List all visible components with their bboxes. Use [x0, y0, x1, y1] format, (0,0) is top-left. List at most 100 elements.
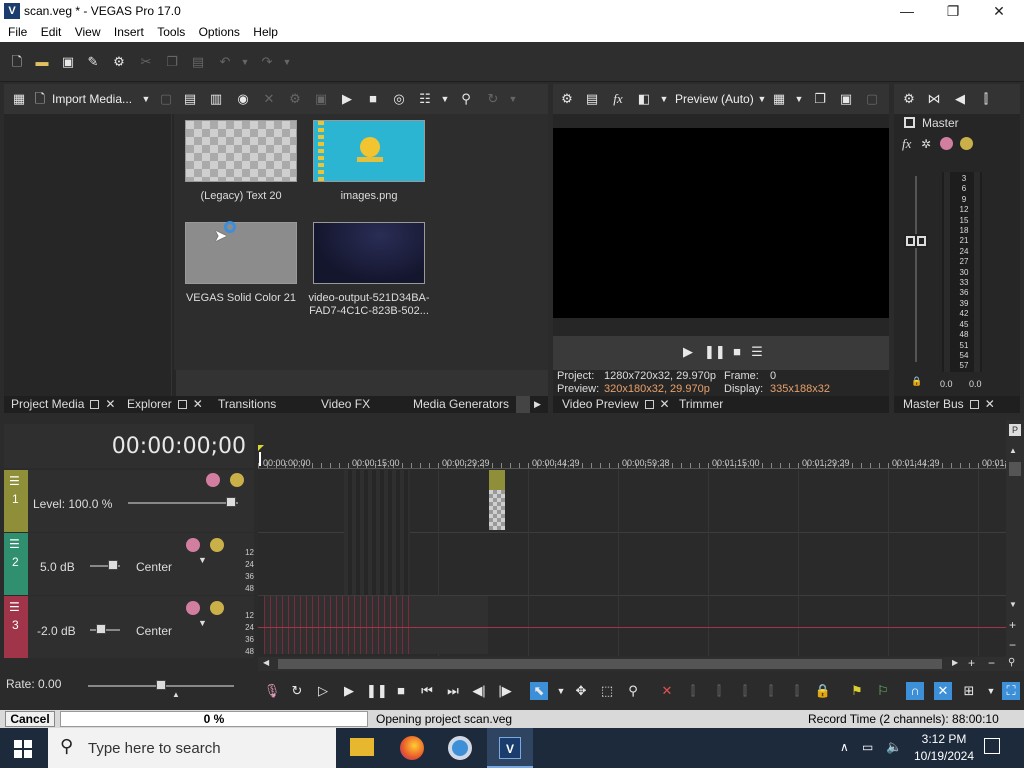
properties-icon[interactable]: ✕	[260, 90, 278, 108]
go-to-end-icon[interactable]: ⏭	[444, 682, 462, 700]
clock-date[interactable]: 10/19/2024	[908, 749, 980, 763]
media-thumb-images-png[interactable]	[313, 120, 425, 182]
close-tab-icon[interactable]: ✕	[985, 397, 995, 411]
views-dropdown-icon[interactable]: ▼	[436, 90, 454, 108]
gear-icon[interactable]: ⚙	[558, 90, 576, 108]
split-icon[interactable]: ⫿	[762, 682, 780, 700]
external-monitor-icon[interactable]: ▢	[863, 90, 881, 108]
delete-icon[interactable]: ✕	[658, 682, 676, 700]
timeline-vscroll[interactable]: P ▲ ▼ + −	[1006, 420, 1024, 660]
menu-help[interactable]: Help	[245, 22, 278, 39]
solo-icon[interactable]	[210, 538, 224, 552]
lock-icon[interactable]: 🔒	[814, 682, 832, 700]
normal-edit-tool-icon[interactable]: ⬉	[530, 682, 548, 700]
edit-tool-dropdown-icon[interactable]: ▼	[552, 682, 570, 700]
region-icon[interactable]: ⚐	[874, 682, 892, 700]
solo-icon[interactable]	[960, 137, 973, 150]
track-2-color[interactable]: ☰ 2	[4, 533, 28, 595]
pause-icon[interactable]: ❚❚	[366, 682, 388, 700]
mute-icon[interactable]	[940, 137, 953, 150]
go-to-start-icon[interactable]: ⏮	[418, 682, 436, 700]
get-media-icon[interactable]: ▥	[207, 90, 225, 108]
master-fader-handle[interactable]	[904, 234, 928, 248]
save-snapshot-icon[interactable]: ▣	[837, 90, 855, 108]
redo-dropdown-icon[interactable]: ▼	[278, 53, 296, 71]
clock-time[interactable]: 3:12 PM	[912, 732, 976, 746]
track-menu-icon[interactable]: ☰	[9, 537, 20, 551]
timecode-display[interactable]: 00:00:00;00	[112, 434, 246, 459]
stop-icon[interactable]: ■	[392, 682, 410, 700]
copy-snapshot-icon[interactable]: ❐	[811, 90, 829, 108]
next-frame-icon[interactable]: |▶	[496, 682, 514, 700]
close-button[interactable]: ✕	[976, 0, 1022, 22]
media-tags-icon[interactable]: ▣	[312, 90, 330, 108]
play-media-icon[interactable]: ▶	[338, 90, 356, 108]
media-view-icon[interactable]: ▦	[10, 90, 28, 108]
zoom-tool-icon[interactable]: ⚲	[624, 682, 642, 700]
undock-icon[interactable]	[969, 400, 979, 409]
web-media-icon[interactable]: ◉	[234, 90, 252, 108]
tab-transitions[interactable]: Transitions	[218, 396, 276, 413]
split-dropdown-icon[interactable]: ▼	[655, 90, 673, 108]
level-slider[interactable]	[128, 502, 238, 504]
taskbar-search-box[interactable]: ⚲ Type here to search	[48, 728, 336, 768]
menu-options[interactable]: Options	[191, 22, 240, 39]
capture-icon[interactable]: ▤	[181, 90, 199, 108]
auto-crossfade-icon[interactable]: ✕	[934, 682, 952, 700]
master-select-icon[interactable]	[904, 117, 915, 128]
ripple-icon[interactable]: ⫿	[788, 682, 806, 700]
auto-preview-icon[interactable]: ◎	[390, 90, 408, 108]
menu-file[interactable]: File	[0, 22, 27, 39]
redo-icon[interactable]: ↷	[258, 53, 276, 71]
undock-icon[interactable]	[90, 400, 100, 409]
search-icon[interactable]: ⚲	[457, 90, 475, 108]
media-fx-icon[interactable]: ⚙	[286, 90, 304, 108]
stop-media-icon[interactable]: ■	[364, 90, 382, 108]
level-slider-knob[interactable]	[226, 497, 236, 507]
track-lanes[interactable]	[258, 470, 1006, 656]
media-thumb-legacy-text[interactable]	[185, 120, 297, 182]
volume-slider-knob[interactable]	[108, 560, 118, 570]
previous-frame-icon[interactable]: ◀|	[470, 682, 488, 700]
loop-marker-icon[interactable]	[258, 445, 264, 451]
undock-icon[interactable]	[644, 400, 654, 409]
cancel-button[interactable]: Cancel	[5, 711, 55, 727]
snapping-icon[interactable]: ∩	[906, 682, 924, 700]
import-media-button[interactable]: Import Media...	[52, 92, 132, 106]
marker-icon[interactable]: ⚑	[848, 682, 866, 700]
volume-slider-knob[interactable]	[96, 624, 106, 634]
undo-icon[interactable]: ↶	[216, 53, 234, 71]
undock-icon[interactable]	[177, 400, 187, 409]
play-icon[interactable]: ▶	[340, 682, 358, 700]
remove-media-icon[interactable]: ▢	[157, 90, 175, 108]
rate-slider-knob[interactable]	[156, 680, 166, 690]
mute-icon[interactable]	[206, 473, 220, 487]
tab-explorer[interactable]: Explorer ✕	[127, 396, 203, 413]
mixer-faders-icon[interactable]: ⫿	[977, 90, 995, 108]
lock-icon[interactable]: 🔒	[911, 376, 922, 387]
menu-view[interactable]: View	[67, 22, 101, 39]
track-1-color[interactable]: ☰ 1	[4, 470, 28, 532]
tab-video-preview[interactable]: Video Preview ✕	[562, 396, 670, 413]
taskbar-vegas-item[interactable]: V	[487, 728, 533, 768]
gear-icon[interactable]: ⚙	[900, 90, 918, 108]
overlays-dropdown-icon[interactable]: ▼	[790, 90, 808, 108]
minimize-button[interactable]: —	[884, 0, 930, 22]
cut-icon[interactable]: ✂	[137, 53, 155, 71]
refresh-icon[interactable]: ↻	[484, 90, 502, 108]
preview-quality-dropdown-icon[interactable]: ▼	[753, 90, 771, 108]
event-pan-crop-icon[interactable]: ⛶	[1002, 682, 1020, 700]
import-media-icon[interactable]: 🗋	[31, 90, 49, 108]
timeline-hscroll[interactable]: ◀ ▶ + − ⚲	[258, 656, 1024, 671]
close-tab-icon[interactable]: ✕	[193, 397, 203, 411]
cursor-marker[interactable]	[259, 452, 261, 466]
track-3-color[interactable]: ☰ 3	[4, 596, 28, 658]
tab-trimmer[interactable]: Trimmer	[679, 396, 723, 413]
envelope-tool-icon[interactable]: ✥	[572, 682, 590, 700]
import-dropdown-icon[interactable]: ▼	[137, 90, 155, 108]
automation-icon[interactable]: ✲	[921, 137, 931, 151]
track-header-2[interactable]: ☰ 2 5.0 dB Center ▼ 12 24 36 48	[4, 533, 254, 595]
network-icon[interactable]: ▭	[862, 740, 873, 754]
pan-dropdown-icon[interactable]: ▼	[198, 555, 207, 565]
media-thumb-solid-color[interactable]	[185, 222, 297, 284]
